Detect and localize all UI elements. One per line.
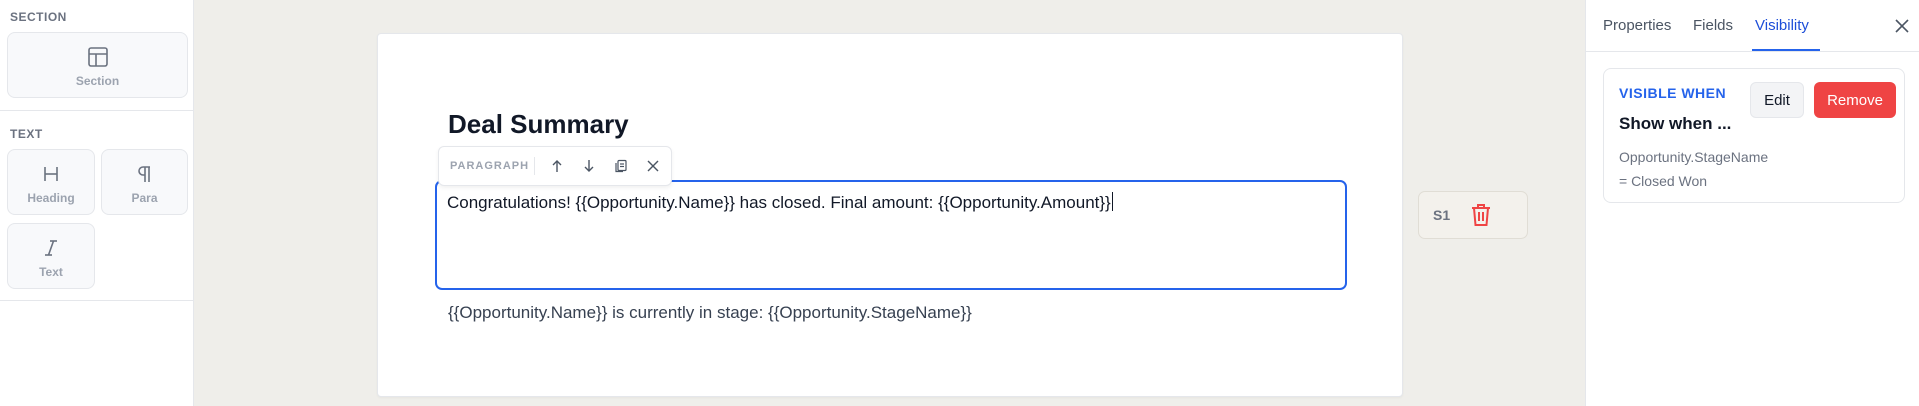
text-caret xyxy=(1111,192,1113,211)
paragraph-editor[interactable]: Congratulations! {{Opportunity.Name}} ha… xyxy=(447,192,1113,213)
duplicate-icon xyxy=(615,159,627,173)
para-tile-label: Para xyxy=(131,191,158,205)
selected-paragraph-block[interactable]: Congratulations! {{Opportunity.Name}} ha… xyxy=(435,180,1347,290)
close-icon xyxy=(647,160,659,172)
palette-divider xyxy=(0,300,194,301)
para-block-tile[interactable]: Para xyxy=(101,149,188,215)
layout-icon xyxy=(87,46,109,68)
trash-icon xyxy=(1472,204,1490,226)
section-block-tile[interactable]: Section xyxy=(7,32,188,98)
rule-title: Show when ... xyxy=(1619,114,1732,133)
block-palette: SECTION Section TEXT Heading Para Text xyxy=(0,0,194,406)
rule-field: Opportunity.StageName xyxy=(1619,149,1769,165)
edit-rule-button[interactable]: Edit xyxy=(1750,82,1804,118)
inspector-tabs: Properties Fields Visibility xyxy=(1586,0,1919,52)
rule-condition: Opportunity.StageName = Closed Won xyxy=(1619,145,1768,193)
delete-block-button[interactable] xyxy=(637,150,669,182)
duplicate-button[interactable] xyxy=(605,150,637,182)
text-tile-label: Text xyxy=(39,265,63,279)
italic-icon xyxy=(41,237,61,259)
heading-tile-label: Heading xyxy=(27,191,75,205)
move-down-button[interactable] xyxy=(573,150,605,182)
text-group-label: TEXT xyxy=(10,127,43,141)
tab-properties[interactable]: Properties xyxy=(1603,17,1671,34)
arrow-up-icon xyxy=(552,160,562,172)
active-tab-indicator xyxy=(1752,49,1820,51)
heading-icon xyxy=(41,163,61,185)
text-block-tile[interactable]: Text xyxy=(7,223,95,289)
arrow-down-icon xyxy=(584,160,594,172)
block-type-label: PARAGRAPH xyxy=(450,160,530,172)
heading-block-tile[interactable]: Heading xyxy=(7,149,95,215)
paragraph-block[interactable]: {{Opportunity.Name}} is currently in sta… xyxy=(448,303,972,323)
close-panel-button[interactable] xyxy=(1891,15,1913,37)
rule-kicker: VISIBLE WHEN xyxy=(1619,85,1727,101)
document-heading[interactable]: Deal Summary xyxy=(448,109,629,140)
section-chip-label: S1 xyxy=(1433,207,1451,223)
tab-visibility[interactable]: Visibility xyxy=(1755,17,1809,34)
inspector-panel: Properties Fields Visibility VISIBLE WHE… xyxy=(1585,0,1919,406)
close-icon xyxy=(1895,19,1909,33)
toolbar-divider xyxy=(534,157,535,175)
rule-value: = Closed Won xyxy=(1619,173,1708,189)
document-canvas: Deal Summary Congratulations! {{Opportun… xyxy=(377,33,1403,397)
block-toolbar: PARAGRAPH xyxy=(438,146,672,186)
visibility-rule-card: VISIBLE WHEN Show when ... Opportunity.S… xyxy=(1603,68,1905,203)
section-chip: S1 xyxy=(1418,191,1528,239)
section-tile-label: Section xyxy=(75,74,120,88)
remove-rule-button[interactable]: Remove xyxy=(1814,82,1896,118)
palette-divider xyxy=(0,110,194,111)
section-group-label: SECTION xyxy=(10,10,67,24)
delete-section-button[interactable] xyxy=(1467,201,1495,229)
paragraph-text: Congratulations! {{Opportunity.Name}} ha… xyxy=(447,193,1111,212)
pilcrow-icon xyxy=(135,163,155,185)
tab-fields[interactable]: Fields xyxy=(1693,17,1733,34)
move-up-button[interactable] xyxy=(541,150,573,182)
